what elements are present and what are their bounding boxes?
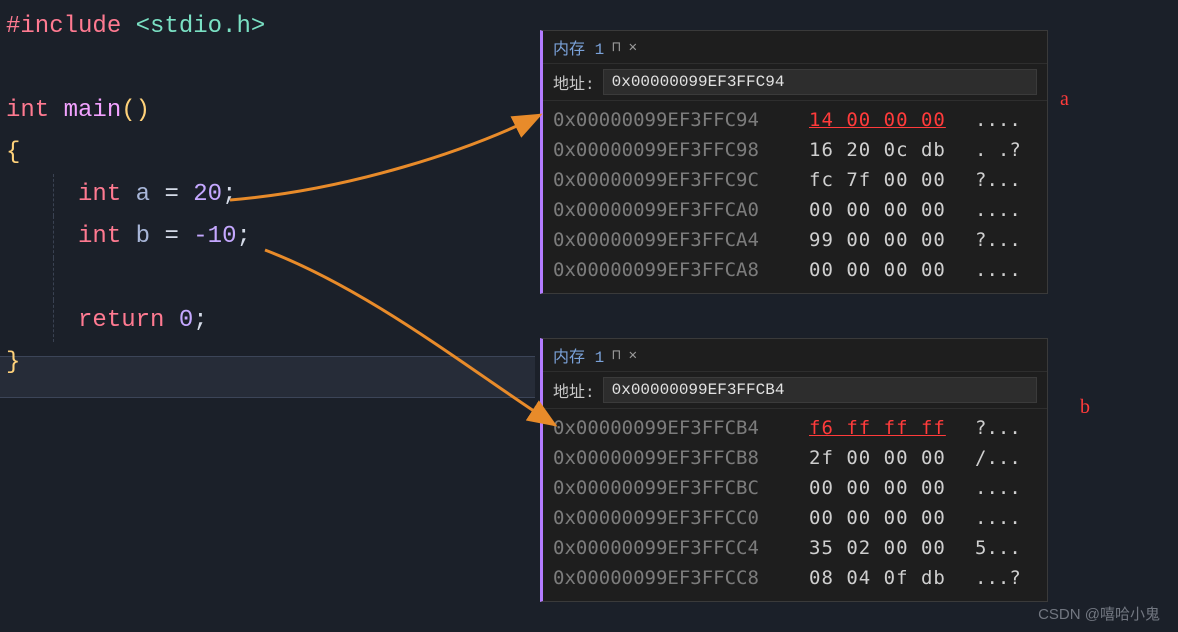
memory-row: 0x00000099EF3FFC9816 20 0c db. .? [553,135,1037,165]
memory-panel-title[interactable]: 内存 1 ⊓ ✕ [543,339,1047,372]
preproc-directive: #include [6,13,121,40]
memory-row: 0x00000099EF3FFCB82f 00 00 00/... [553,443,1037,473]
memory-row: 0x00000099EF3FFC9414 00 00 00.... [553,105,1037,135]
annotation-b: b [1080,396,1090,419]
code-line-blank [6,48,535,90]
main-identifier: main [64,97,122,124]
memory-row: 0x00000099EF3FFCA800 00 00 00.... [553,255,1037,285]
address-input[interactable] [603,377,1037,403]
memory-title-text: 内存 1 [553,343,604,367]
memory-panel-a: 内存 1 ⊓ ✕ 地址: 0x00000099EF3FFC9414 00 00 … [540,30,1048,294]
memory-title-text: 内存 1 [553,35,604,59]
memory-row: 0x00000099EF3FFC9Cfc 7f 00 00?... [553,165,1037,195]
memory-row: 0x00000099EF3FFCC435 02 00 005... [553,533,1037,563]
close-icon[interactable]: ✕ [629,347,637,364]
address-label: 地址: [553,70,595,94]
memory-row: 0x00000099EF3FFCBC00 00 00 00.... [553,473,1037,503]
address-input[interactable] [603,69,1037,95]
watermark: CSDN @嘻哈小鬼 [1038,603,1160,624]
memory-row: 0x00000099EF3FFCA000 00 00 00.... [553,195,1037,225]
memory-rows-b: 0x00000099EF3FFCB4f6 ff ff ff?... 0x0000… [543,409,1047,601]
include-header: <stdio.h> [136,13,266,40]
pin-icon[interactable]: ⊓ [612,39,620,56]
memory-rows-a: 0x00000099EF3FFC9414 00 00 00.... 0x0000… [543,101,1047,293]
memory-row: 0x00000099EF3FFCC000 00 00 00.... [553,503,1037,533]
address-label: 地址: [553,378,595,402]
memory-panel-b: 内存 1 ⊓ ✕ 地址: 0x00000099EF3FFCB4f6 ff ff … [540,338,1048,602]
memory-address-row: 地址: [543,372,1047,409]
memory-panel-title[interactable]: 内存 1 ⊓ ✕ [543,31,1047,64]
code-line-include: #include <stdio.h> [6,6,535,48]
code-line-blank2 [6,258,535,300]
code-line-var-a: int a = 20; [6,174,535,216]
memory-address-row: 地址: [543,64,1047,101]
memory-row: 0x00000099EF3FFCC808 04 0f db...? [553,563,1037,593]
memory-row: 0x00000099EF3FFCB4f6 ff ff ff?... [553,413,1037,443]
close-icon[interactable]: ✕ [629,39,637,56]
code-editor: #include <stdio.h> int main() { int a = … [0,0,535,410]
code-line-var-b: int b = -10; [6,216,535,258]
code-line-main: int main() [6,90,535,132]
memory-row: 0x00000099EF3FFCA499 00 00 00?... [553,225,1037,255]
code-line-openbrace: { [6,132,535,174]
code-line-return: return 0; [6,300,535,342]
code-line-closebrace: } [6,342,535,384]
annotation-a: a [1060,88,1069,111]
pin-icon[interactable]: ⊓ [612,347,620,364]
